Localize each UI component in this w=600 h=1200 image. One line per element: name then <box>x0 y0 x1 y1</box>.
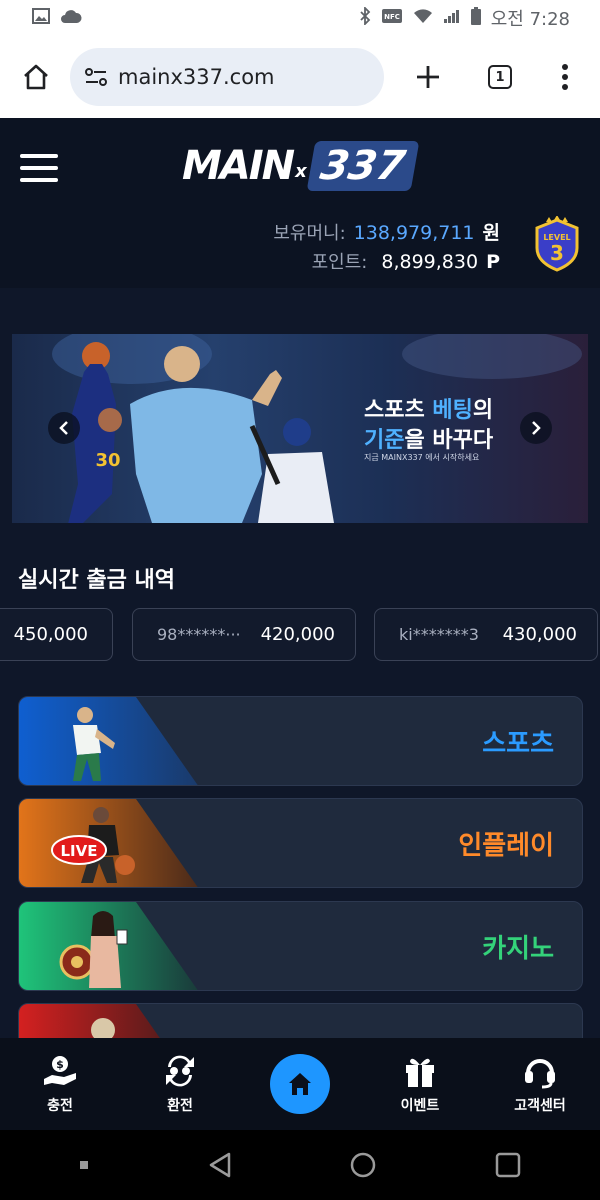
level-badge[interactable]: LEVEL 3 <box>532 215 582 272</box>
nav-charge[interactable]: $ 충전 <box>10 1038 110 1130</box>
player-jersey-number: 30 <box>95 450 120 471</box>
point-unit: P <box>486 251 500 273</box>
url-text: mainx337.com <box>118 65 275 89</box>
back-icon[interactable] <box>207 1151 233 1179</box>
money-value: 138,979,711 <box>353 222 475 244</box>
status-bar-right: NFC 오전 7:28 <box>359 5 570 31</box>
tab-count: 1 <box>488 65 512 89</box>
soccer-player-icon <box>73 707 115 781</box>
category-inplay[interactable]: LIVE 인플레이 <box>18 798 583 888</box>
level-badge-number: 3 <box>550 241 564 265</box>
svg-text:NFC: NFC <box>384 13 400 21</box>
status-bar-left <box>32 7 82 29</box>
address-bar[interactable]: mainx337.com <box>70 48 384 106</box>
plus-icon <box>417 66 439 88</box>
money-label: 보유머니: <box>273 223 346 244</box>
promo-banner[interactable]: 30 스포츠 베팅의 기준을 바꾸다 지금 MAINX337 에서 시작하세요 <box>12 334 588 523</box>
wallet-summary: 보유머니: 138,979,711 원 포인트: 8,899,830 P <box>273 218 500 278</box>
banner-prev-button[interactable] <box>48 412 80 444</box>
overview-icon[interactable] <box>494 1151 522 1179</box>
nav-exchange-label: 환전 <box>167 1098 193 1114</box>
nav-home[interactable] <box>250 1038 350 1130</box>
banner-headline-1c: 의 <box>472 398 494 423</box>
withdrawal-user: ki*******3 <box>399 625 479 644</box>
logo-number: 337 <box>306 141 419 191</box>
nav-support-label: 고객센터 <box>514 1098 566 1114</box>
category-casino[interactable]: 카지노 <box>18 901 583 991</box>
more-vert-icon <box>562 64 568 90</box>
banner-next-button[interactable] <box>520 412 552 444</box>
home-icon <box>289 1073 311 1095</box>
wifi-icon <box>413 8 433 28</box>
live-badge-text: LIVE <box>61 842 98 860</box>
money-unit: 원 <box>482 222 500 244</box>
gallery-icon <box>32 7 50 29</box>
system-navigation-bar <box>0 1130 600 1200</box>
banner-headline-1b: 베팅 <box>432 398 473 423</box>
banner-headline-2a: 기준 <box>364 428 405 453</box>
gift-icon <box>406 1058 434 1087</box>
category-label: 스포츠 <box>482 729 554 759</box>
site-header: MAIN x 337 보유머니: 138,979,711 원 포인트: 8,89… <box>0 118 600 288</box>
svg-text:$: $ <box>56 1058 64 1071</box>
nav-home-button[interactable] <box>270 1054 330 1114</box>
category-label: 카지노 <box>482 934 554 964</box>
nav-exchange[interactable]: 환전 <box>130 1038 230 1130</box>
nfc-icon: NFC <box>381 8 403 28</box>
status-bar: NFC 오전 7:28 <box>0 0 600 36</box>
banner-headline-1a: 스포츠 <box>364 398 433 423</box>
withdrawal-amount: 420,000 <box>260 624 335 645</box>
recents-dot-icon[interactable] <box>78 1159 90 1171</box>
site-logo[interactable]: MAIN x 337 <box>182 141 419 191</box>
withdrawal-card: ki*******3 430,000 <box>374 608 598 661</box>
withdrawal-amount: 450,000 <box>13 624 88 645</box>
point-label: 포인트: <box>311 252 368 273</box>
nav-support[interactable]: 고객센터 <box>490 1038 590 1130</box>
home-icon <box>24 64 48 90</box>
nav-charge-label: 충전 <box>47 1098 73 1114</box>
system-home-icon[interactable] <box>349 1151 377 1179</box>
casino-dealer-icon <box>59 911 128 988</box>
browser-home-button[interactable] <box>18 59 54 95</box>
exchange-icon <box>166 1055 194 1087</box>
bluetooth-icon <box>359 5 371 29</box>
headset-icon <box>525 1059 555 1089</box>
nav-event-label: 이벤트 <box>400 1098 440 1114</box>
battery-icon <box>470 7 481 29</box>
live-badge-icon: LIVE <box>51 835 107 865</box>
withdrawal-card: 98******··· 420,000 <box>132 608 356 661</box>
browser-toolbar: mainx337.com 1 <box>0 36 600 118</box>
logo-main-text: MAIN <box>182 143 295 189</box>
hamburger-menu-icon[interactable] <box>20 154 58 182</box>
banner-headline-1: 스포츠 베팅의 <box>364 392 493 424</box>
banner-headline-2b: 을 바꾸다 <box>404 428 494 453</box>
chevron-left-icon <box>59 421 68 435</box>
site-settings-icon <box>85 68 107 86</box>
browser-menu-button[interactable] <box>550 57 580 97</box>
withdrawal-amount: 430,000 <box>502 624 577 645</box>
cloud-icon <box>60 8 82 28</box>
withdrawal-user: 98******··· <box>157 625 241 644</box>
point-row: 포인트: 8,899,830 P <box>273 248 500 278</box>
category-sports[interactable]: 스포츠 <box>18 696 583 786</box>
deposit-icon: $ <box>44 1056 76 1085</box>
bottom-navigation: $ 충전 환전 이벤트 고객센터 <box>0 1038 600 1130</box>
logo-x-text: x <box>295 160 307 182</box>
chevron-right-icon <box>532 421 541 435</box>
banner-artwork: 30 <box>52 334 582 523</box>
withdrawal-section-title: 실시간 출금 내역 <box>18 568 175 593</box>
new-tab-button[interactable] <box>408 57 448 97</box>
withdrawal-card: 450,000 <box>0 608 113 661</box>
banner-headline-2: 기준을 바꾸다 <box>364 422 493 454</box>
point-value: 8,899,830 <box>381 251 479 273</box>
status-time: 오전 7:28 <box>490 9 570 30</box>
signal-icon <box>443 8 461 28</box>
money-row: 보유머니: 138,979,711 원 <box>273 218 500 248</box>
category-label: 인플레이 <box>458 831 554 861</box>
nav-event[interactable]: 이벤트 <box>370 1038 470 1130</box>
banner-subtext: 지금 MAINX337 에서 시작하세요 <box>364 453 480 462</box>
tab-switcher-button[interactable]: 1 <box>480 57 520 97</box>
